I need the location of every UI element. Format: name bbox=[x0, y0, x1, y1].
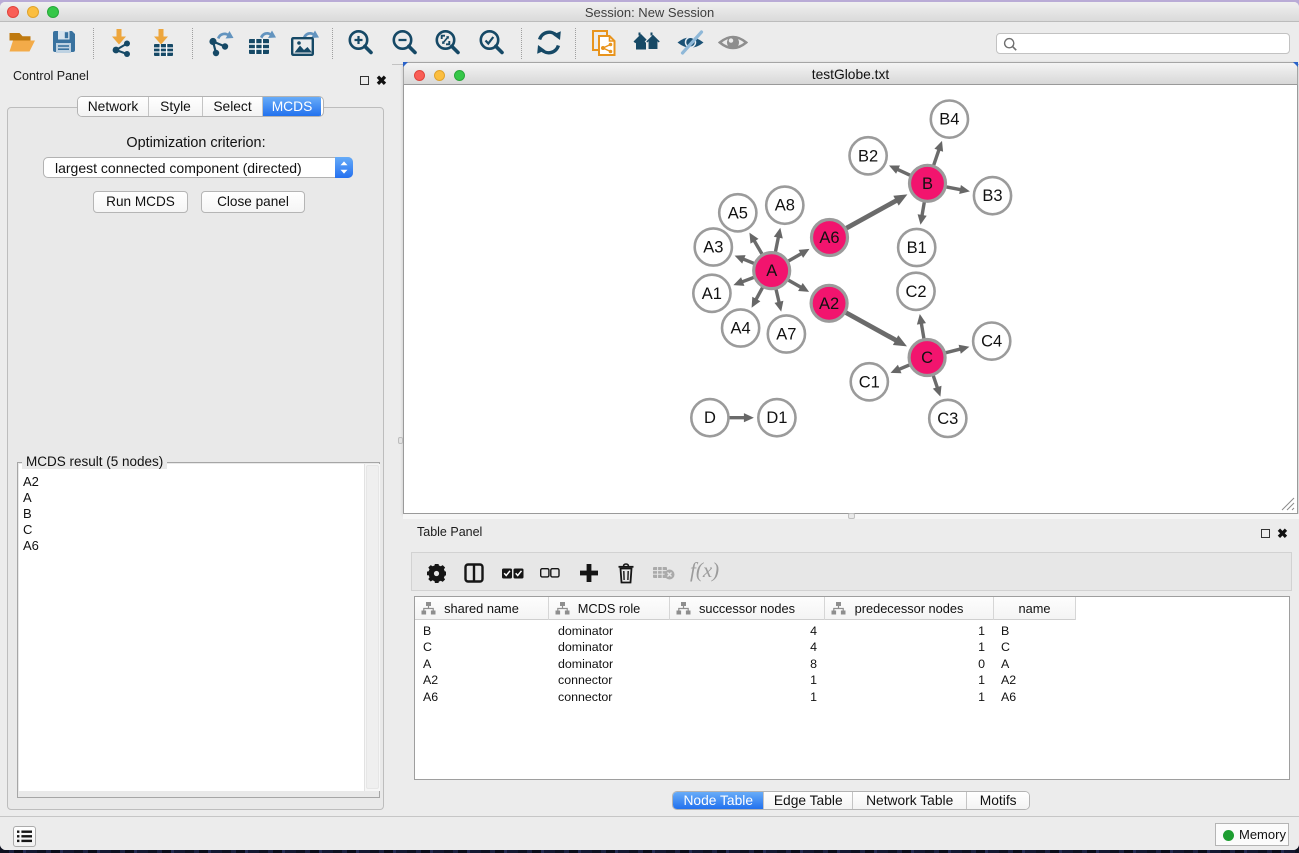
svg-text:A6: A6 bbox=[819, 229, 839, 247]
svg-text:D1: D1 bbox=[766, 409, 787, 427]
svg-text:B4: B4 bbox=[939, 111, 959, 129]
svg-text:B1: B1 bbox=[907, 239, 927, 257]
svg-text:A2: A2 bbox=[819, 295, 839, 313]
svg-text:C2: C2 bbox=[905, 283, 926, 301]
svg-text:D: D bbox=[704, 409, 716, 427]
svg-text:A8: A8 bbox=[775, 197, 795, 215]
svg-text:A4: A4 bbox=[731, 320, 751, 338]
svg-text:C1: C1 bbox=[859, 373, 880, 391]
svg-text:C4: C4 bbox=[981, 333, 1002, 351]
svg-text:C3: C3 bbox=[937, 410, 958, 428]
svg-text:B3: B3 bbox=[982, 187, 1002, 205]
svg-text:A: A bbox=[766, 262, 777, 280]
svg-text:C: C bbox=[921, 349, 933, 367]
svg-text:A1: A1 bbox=[702, 285, 722, 303]
svg-text:A3: A3 bbox=[703, 239, 723, 257]
svg-text:A5: A5 bbox=[728, 204, 748, 222]
svg-text:B2: B2 bbox=[858, 147, 878, 165]
svg-text:B: B bbox=[922, 175, 933, 193]
svg-text:A7: A7 bbox=[776, 326, 796, 344]
